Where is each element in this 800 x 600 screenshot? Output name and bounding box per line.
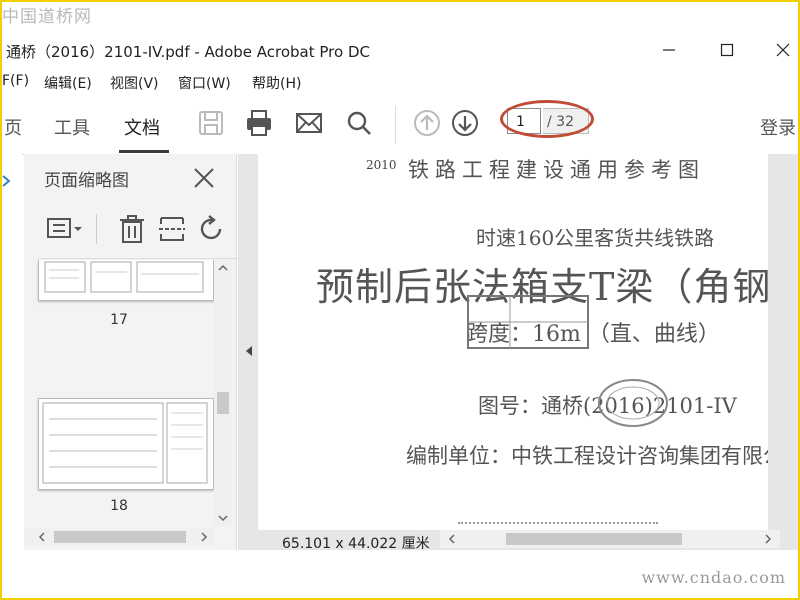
search-icon[interactable] bbox=[344, 108, 374, 138]
document-view[interactable]: 2010 铁路工程建设通用参考图 时速160公里客货共线铁路 预制后张法箱支T梁… bbox=[238, 154, 798, 550]
menu-help[interactable]: 帮助(H) bbox=[252, 73, 301, 93]
thumbnail-vertical-scrollbar[interactable] bbox=[214, 260, 232, 526]
scroll-left-icon[interactable] bbox=[36, 528, 48, 546]
toolbar-separator bbox=[395, 106, 396, 144]
watermark-bottom: www.cndao.com bbox=[641, 568, 786, 587]
window-title: 通桥（2016）2101-IV.pdf - Adobe Acrobat Pro … bbox=[6, 43, 370, 61]
menu-view[interactable]: 视图(V) bbox=[110, 73, 159, 93]
menu-window[interactable]: 窗口(W) bbox=[178, 73, 231, 93]
scroll-up-icon[interactable] bbox=[214, 262, 232, 274]
save-icon[interactable] bbox=[196, 108, 226, 138]
thumbnail-list: 17 18 bbox=[24, 260, 214, 526]
page-thumbnails-panel: 页面缩略图 17 18 bbox=[24, 154, 238, 550]
next-page-icon[interactable] bbox=[450, 108, 480, 138]
seal-stamp bbox=[598, 379, 668, 427]
print-icon[interactable] bbox=[244, 108, 274, 138]
panel-toolbar bbox=[38, 204, 238, 259]
doc-footer-fragment bbox=[458, 522, 658, 530]
status-bar: 65.101 x 44.022 厘米 bbox=[238, 531, 798, 553]
panel-close-button[interactable] bbox=[192, 160, 216, 196]
page-dimensions: 65.101 x 44.022 厘米 bbox=[282, 536, 430, 552]
thumbnail-drawing bbox=[42, 402, 208, 484]
header-code: 2010 bbox=[366, 158, 397, 172]
close-icon bbox=[776, 43, 790, 57]
scroll-thumb[interactable] bbox=[54, 531, 186, 543]
login-link[interactable]: 登录 bbox=[760, 114, 796, 140]
left-nav-strip bbox=[2, 154, 22, 550]
tab-home[interactable]: 页 bbox=[4, 114, 22, 140]
scroll-thumb[interactable] bbox=[217, 392, 229, 414]
rotate-icon[interactable] bbox=[198, 214, 226, 244]
email-icon[interactable] bbox=[294, 108, 324, 138]
scroll-down-icon[interactable] bbox=[214, 512, 232, 524]
delete-icon[interactable] bbox=[118, 214, 146, 244]
close-icon bbox=[194, 168, 214, 188]
tab-tools[interactable]: 工具 bbox=[54, 114, 90, 140]
scroll-right-icon[interactable] bbox=[198, 528, 210, 546]
extract-pages-icon[interactable] bbox=[158, 214, 186, 244]
document-vertical-scrollbar[interactable] bbox=[780, 154, 798, 530]
panel-title: 页面缩略图 bbox=[44, 171, 129, 191]
pdf-page: 2010 铁路工程建设通用参考图 时速160公里客货共线铁路 预制后张法箱支T梁… bbox=[258, 154, 768, 530]
doc-subtitle: 时速160公里客货共线铁路 bbox=[476, 226, 715, 250]
minimize-button[interactable] bbox=[654, 36, 684, 64]
thumbnail-drawing bbox=[44, 261, 204, 293]
menu-file[interactable]: F(F) bbox=[2, 73, 29, 89]
options-menu-icon[interactable] bbox=[46, 216, 86, 244]
highlight-annotation-oval bbox=[500, 100, 594, 138]
doc-header: 铁路工程建设通用参考图 bbox=[408, 158, 705, 182]
maximize-icon bbox=[720, 43, 734, 57]
collapse-panel-icon[interactable] bbox=[244, 344, 254, 358]
thumbnail-nav-icon[interactable] bbox=[0, 174, 13, 188]
thumbnail-label-17: 17 bbox=[110, 312, 128, 328]
doc-compiler: 编制单位：中铁工程设计咨询集团有限公司 bbox=[406, 444, 768, 468]
title-bar: 通桥（2016）2101-IV.pdf - Adobe Acrobat Pro … bbox=[2, 30, 798, 70]
approval-stamp bbox=[467, 295, 589, 349]
tab-document[interactable]: 文档 bbox=[124, 114, 160, 140]
minimize-icon bbox=[663, 49, 675, 51]
active-tab-indicator bbox=[119, 150, 169, 153]
menu-bar: F(F) 编辑(E) 视图(V) 窗口(W) 帮助(H) bbox=[2, 70, 798, 94]
toolbar: 页 工具 文档 1 / 32 登录 bbox=[2, 96, 798, 155]
previous-page-icon[interactable] bbox=[412, 108, 442, 138]
thumbnail-horizontal-scrollbar[interactable] bbox=[24, 528, 214, 546]
close-window-button[interactable] bbox=[768, 36, 798, 64]
watermark-top: 中国道桥网 bbox=[2, 7, 92, 27]
panel-toolbar-separator bbox=[96, 214, 97, 244]
menu-edit[interactable]: 编辑(E) bbox=[44, 73, 92, 93]
thumbnail-page-18[interactable] bbox=[38, 398, 214, 490]
maximize-button[interactable] bbox=[712, 36, 742, 64]
thumbnail-page-17[interactable] bbox=[38, 260, 214, 301]
thumbnail-label-18: 18 bbox=[110, 498, 128, 514]
